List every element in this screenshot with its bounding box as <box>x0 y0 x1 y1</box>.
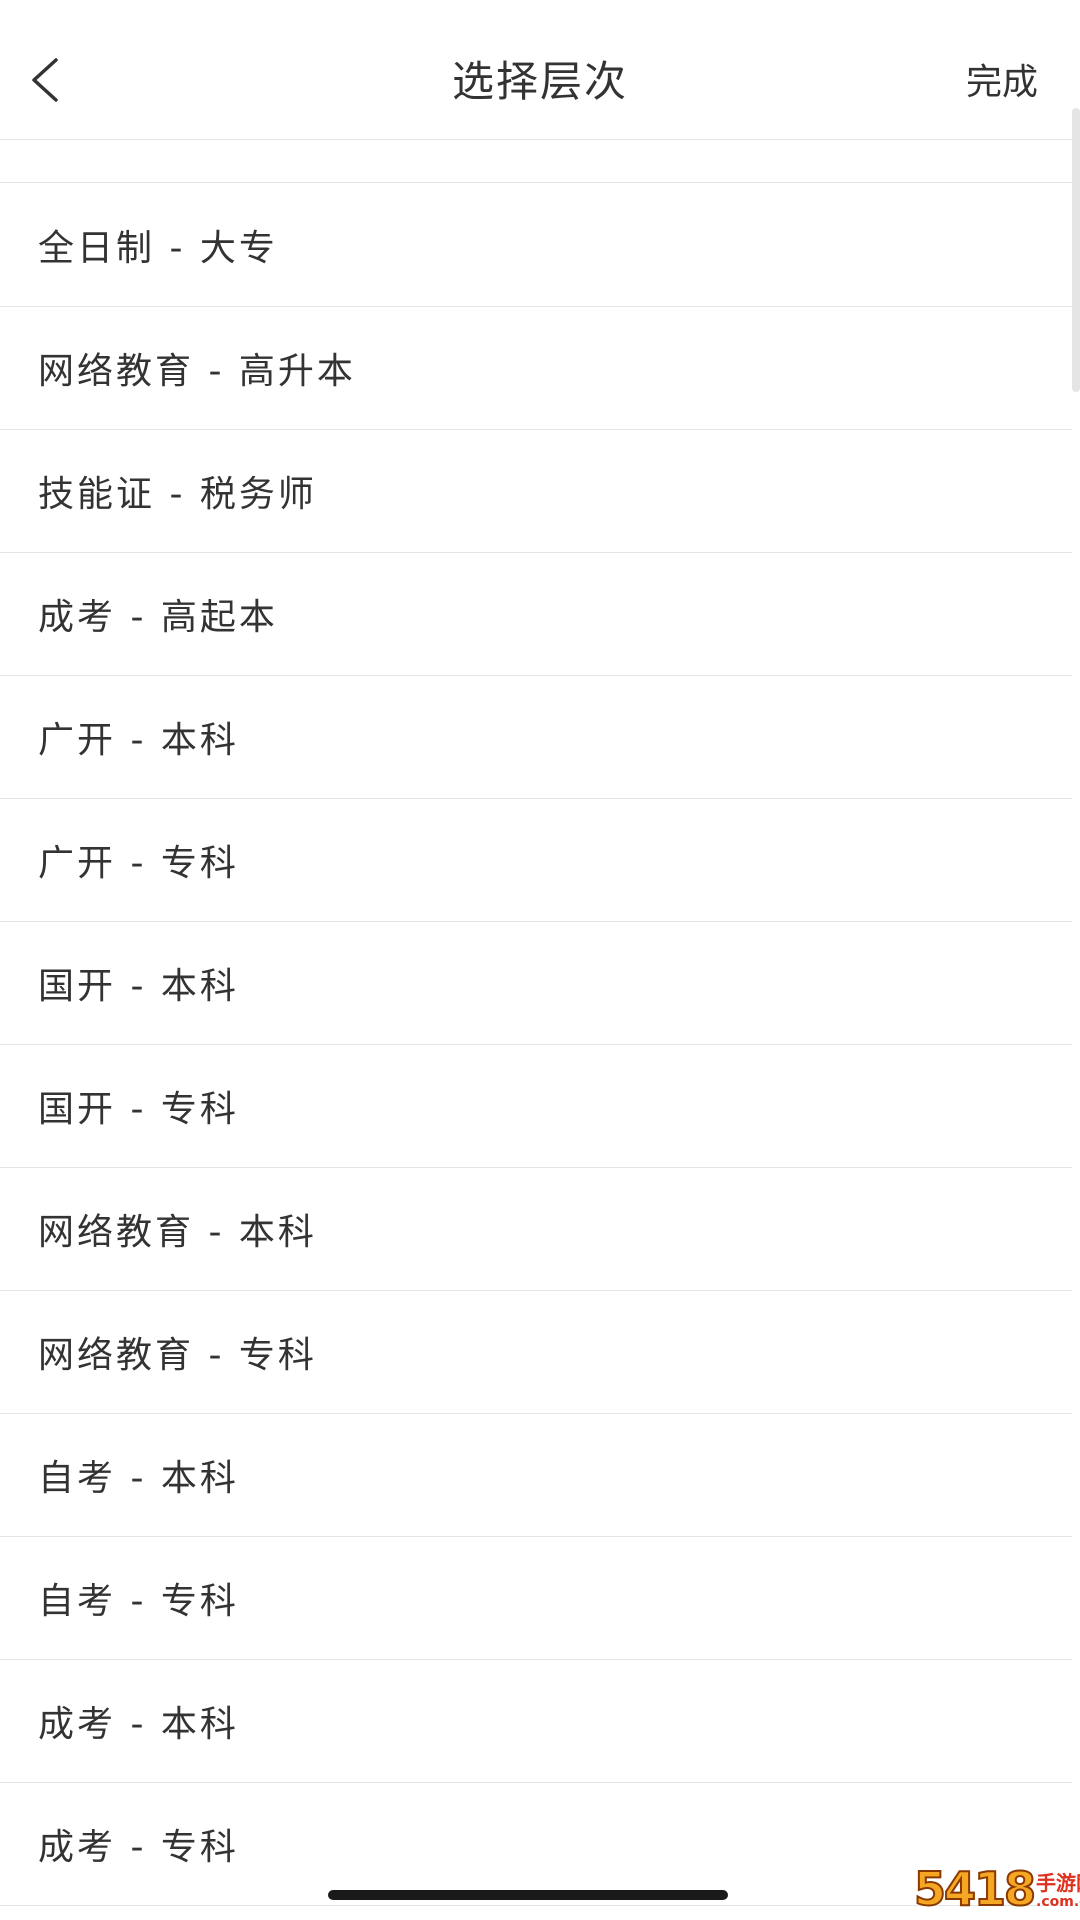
list-item[interactable]: 网络教育 - 高升本 <box>0 307 1072 430</box>
list-item[interactable]: 技能证 - 税务师 <box>0 430 1072 553</box>
done-button[interactable]: 完成 <box>966 56 1038 110</box>
list-item[interactable]: 国开 - 专科 <box>0 1045 1072 1168</box>
list-item[interactable]: 成考 - 本科 <box>0 1660 1072 1783</box>
page-title: 选择层次 <box>451 57 628 106</box>
list-item[interactable]: 国开 - 本科 <box>0 922 1072 1045</box>
list-item[interactable]: 网络教育 - 专科 <box>0 1291 1072 1414</box>
list-item[interactable]: 广开 - 专科 <box>0 799 1072 922</box>
list-item[interactable]: 成考 - 高起本 <box>0 553 1072 676</box>
list-item[interactable]: 自考 - 本科 <box>0 1414 1072 1537</box>
watermark-domain: .com.cn <box>1036 1894 1080 1910</box>
list-item[interactable]: 成考 - 专科 <box>0 1783 1072 1906</box>
watermark-cn: 手游网 <box>1036 1871 1080 1895</box>
watermark-side: 手游网 .com.cn <box>1036 1872 1080 1910</box>
watermark-logo: 5418 手游网 .com.cn <box>913 1862 1080 1916</box>
list-item[interactable]: 广开 - 本科 <box>0 676 1072 799</box>
list-item[interactable]: 网络教育 - 本科 <box>0 1168 1072 1291</box>
scrollbar[interactable] <box>1072 108 1080 392</box>
navigation-bar: 选择层次 完成 <box>0 0 1080 140</box>
home-indicator[interactable] <box>328 1890 728 1900</box>
screen: 选择层次 完成 全日制 - 大专 网络教育 - 高升本 技能证 - 税务师 成考… <box>0 0 1080 1920</box>
blank-list-row <box>0 140 1072 183</box>
level-list: 全日制 - 大专 网络教育 - 高升本 技能证 - 税务师 成考 - 高起本 广… <box>0 184 1072 1906</box>
list-item[interactable]: 全日制 - 大专 <box>0 184 1072 307</box>
list-item[interactable]: 自考 - 专科 <box>0 1537 1072 1660</box>
watermark-main: 5418 <box>913 1862 1037 1916</box>
